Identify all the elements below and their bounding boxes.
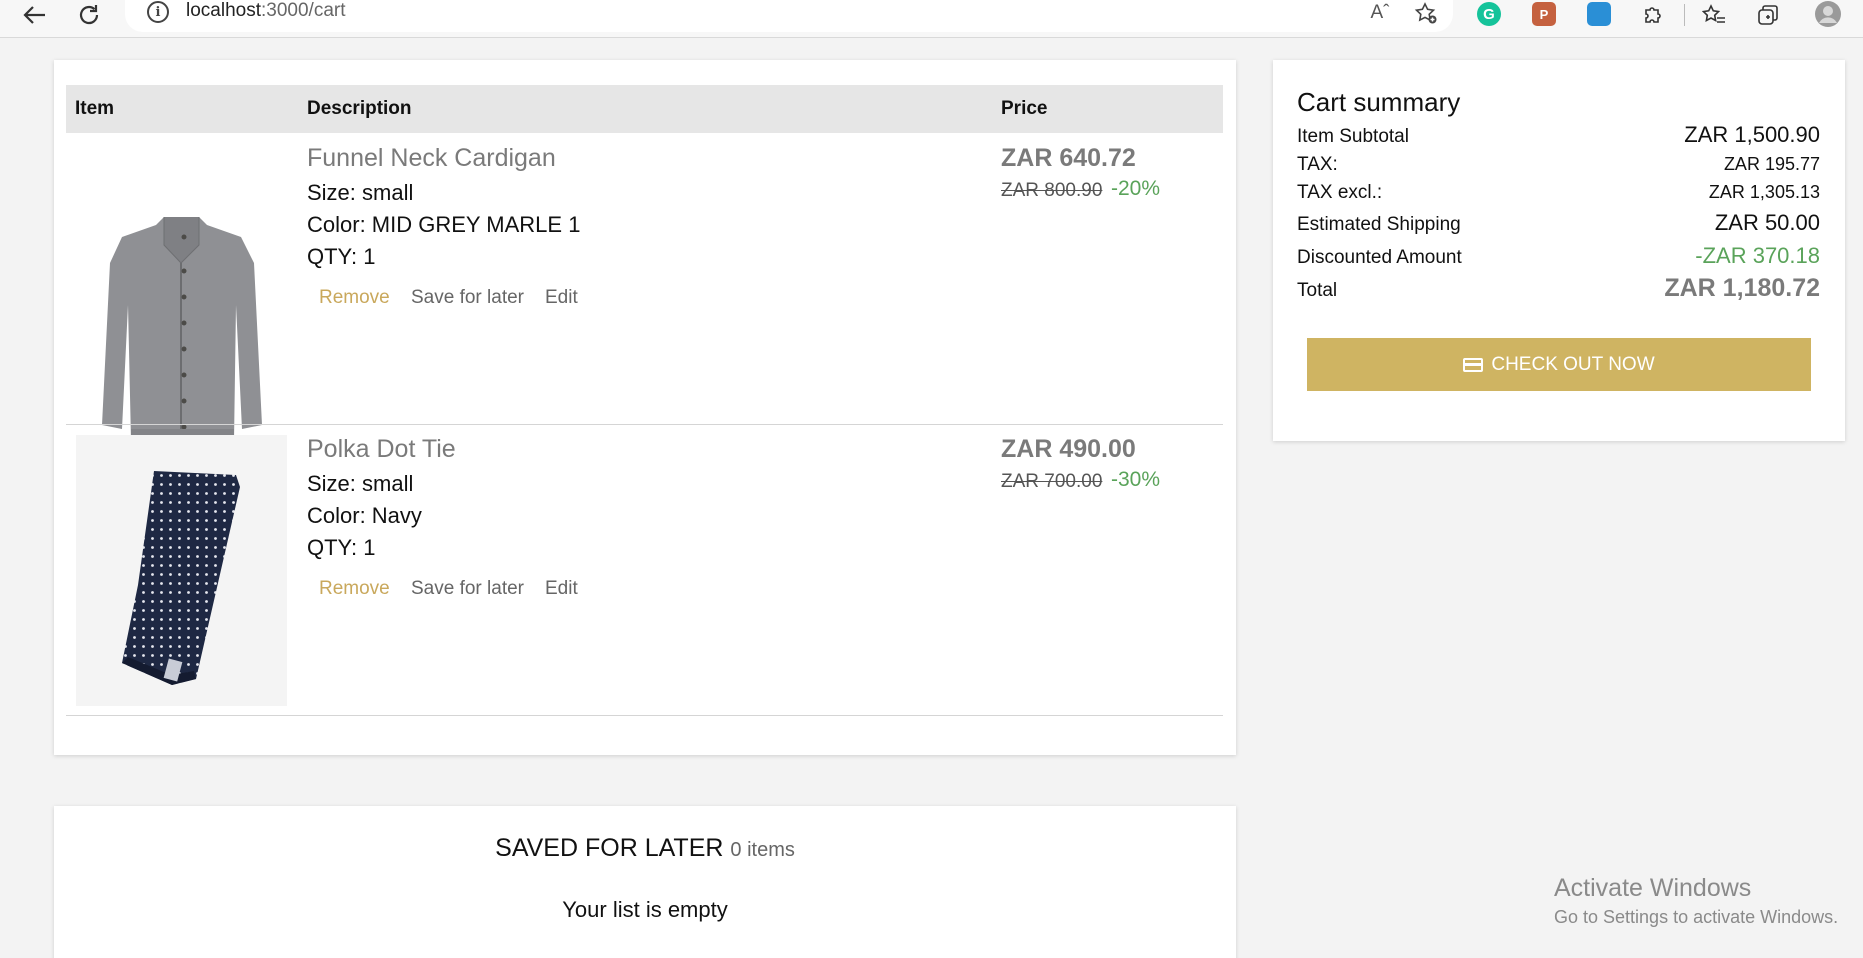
product-size: Size: small — [307, 180, 414, 205]
summary-row-shipping: Estimated Shipping ZAR 50.00 — [1297, 210, 1820, 236]
header-item: Item — [75, 98, 115, 119]
save-for-later-button[interactable]: Save for later — [411, 578, 524, 600]
watermark-subtitle: Go to Settings to activate Windows. — [1554, 907, 1839, 927]
summary-label: Item Subtotal — [1297, 126, 1409, 147]
browser-toolbar: i localhost:3000/cart Aˆ G P — [0, 0, 1863, 38]
product-name-link[interactable]: Funnel Neck Cardigan — [307, 144, 556, 173]
checkout-button[interactable]: CHECK OUT NOW — [1307, 338, 1811, 391]
row-divider — [66, 424, 1223, 425]
profile-avatar-icon[interactable] — [1814, 0, 1842, 28]
header-description: Description — [307, 98, 412, 119]
summary-label: TAX excl.: — [1297, 182, 1383, 203]
saved-for-later-card: SAVED FOR LATER 0 items Your list is emp… — [54, 806, 1236, 958]
summary-value: ZAR 195.77 — [1723, 154, 1820, 174]
url-text: localhost:3000/cart — [186, 0, 346, 21]
product-price: ZAR 640.72 — [1001, 144, 1136, 172]
summary-row-total: Total ZAR 1,180.72 — [1297, 274, 1820, 303]
favorites-icon[interactable] — [1701, 2, 1727, 28]
row-divider — [66, 715, 1223, 716]
saved-item-count: 0 items — [730, 839, 795, 861]
remove-button[interactable]: Remove — [319, 287, 390, 309]
cart-summary-title: Cart summary — [1297, 87, 1461, 117]
summary-label: Discounted Amount — [1297, 247, 1462, 268]
empty-list-message: Your list is empty — [562, 897, 728, 922]
toolbar-divider — [1684, 4, 1685, 26]
product-qty: QTY: 1 — [307, 244, 376, 269]
product-original-price: ZAR 800.90 — [1001, 180, 1103, 201]
refresh-icon[interactable] — [74, 1, 104, 29]
summary-label: Estimated Shipping — [1297, 214, 1461, 235]
summary-value: ZAR 1,305.13 — [1708, 182, 1820, 202]
grammarly-extension-icon[interactable]: G — [1477, 2, 1501, 26]
tie-product-image[interactable] — [76, 435, 287, 706]
product-size: Size: small — [307, 471, 414, 496]
saved-title-text: SAVED FOR LATER — [495, 834, 724, 862]
summary-label: Total — [1297, 280, 1338, 301]
summary-label: TAX: — [1297, 154, 1338, 175]
product-color: Color: MID GREY MARLE 1 — [307, 212, 581, 237]
summary-value: ZAR 1,500.90 — [1684, 122, 1820, 147]
product-price: ZAR 490.00 — [1001, 435, 1136, 463]
summary-row-tax: TAX: ZAR 195.77 — [1297, 154, 1820, 176]
product-qty: QTY: 1 — [307, 535, 376, 560]
address-bar[interactable]: i localhost:3000/cart Aˆ — [125, 0, 1453, 32]
extension-reader-icon[interactable] — [1587, 2, 1611, 26]
summary-value: -ZAR 370.18 — [1695, 243, 1820, 268]
summary-row-tax-excl: TAX excl.: ZAR 1,305.13 — [1297, 182, 1820, 204]
site-info-icon[interactable]: i — [147, 1, 169, 23]
product-discount: -20% — [1111, 177, 1161, 200]
extensions-puzzle-icon[interactable] — [1640, 2, 1666, 28]
product-discount: -30% — [1111, 468, 1161, 491]
product-color: Color: Navy — [307, 503, 422, 528]
summary-row-subtotal: Item Subtotal ZAR 1,500.90 — [1297, 122, 1820, 148]
cardigan-product-image[interactable] — [76, 145, 287, 445]
cart-table-header: Item Description Price — [66, 85, 1223, 133]
back-arrow-icon[interactable] — [20, 2, 50, 28]
saved-for-later-title: SAVED FOR LATER 0 items — [54, 834, 1236, 863]
checkout-label: CHECK OUT NOW — [1491, 353, 1655, 375]
extension-p-icon[interactable]: P — [1532, 2, 1556, 26]
credit-card-icon — [1463, 357, 1484, 372]
collections-icon[interactable] — [1755, 2, 1781, 28]
cart-items-card: Item Description Price Funnel Neck Cardi… — [54, 60, 1236, 755]
summary-row-discount: Discounted Amount -ZAR 370.18 — [1297, 243, 1820, 269]
save-for-later-button[interactable]: Save for later — [411, 287, 524, 309]
remove-button[interactable]: Remove — [319, 578, 390, 600]
header-price: Price — [1001, 98, 1048, 119]
read-aloud-icon[interactable]: Aˆ — [1367, 0, 1393, 26]
cart-summary-card: Cart summary Item Subtotal ZAR 1,500.90 … — [1273, 60, 1845, 441]
summary-value: ZAR 50.00 — [1714, 210, 1820, 235]
edit-button[interactable]: Edit — [545, 578, 578, 600]
watermark-title: Activate Windows — [1554, 874, 1752, 902]
activate-windows-watermark: Activate Windows Go to Settings to activ… — [1554, 874, 1838, 928]
product-name-link[interactable]: Polka Dot Tie — [307, 435, 456, 464]
edit-button[interactable]: Edit — [545, 287, 578, 309]
product-original-price: ZAR 700.00 — [1001, 471, 1103, 492]
summary-value: ZAR 1,180.72 — [1664, 274, 1820, 302]
add-favorite-icon[interactable] — [1413, 0, 1439, 26]
